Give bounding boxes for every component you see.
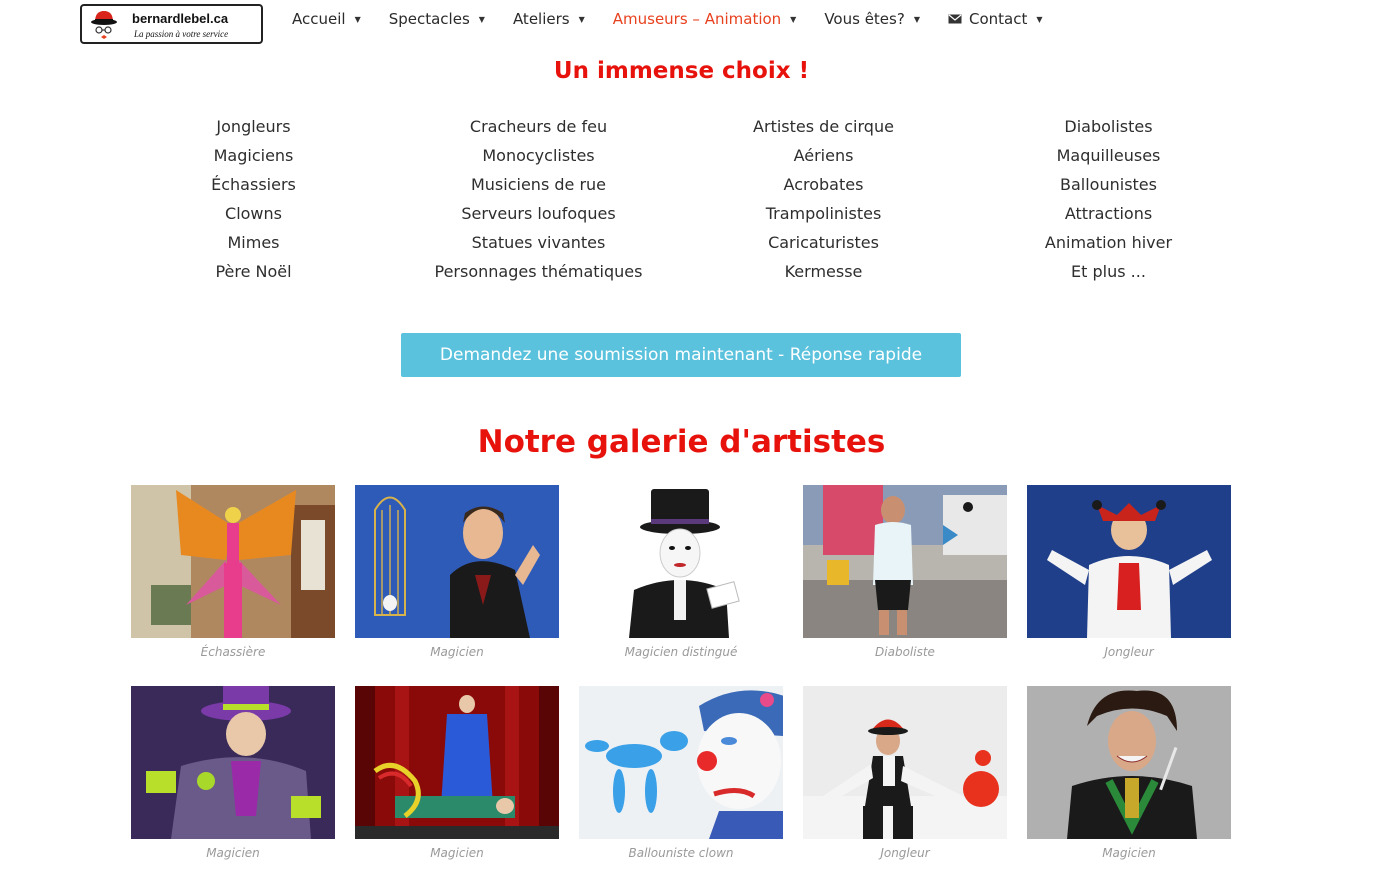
gallery-caption: Magicien <box>1102 846 1156 860</box>
gallery-item[interactable]: Jongleur <box>1027 485 1231 659</box>
gallery-heading: Notre galerie d'artistes <box>477 424 886 460</box>
category-column-3: Artistes de cirque Aériens Acrobates Tra… <box>681 113 966 286</box>
gallery-item[interactable]: Magicien distingué <box>579 485 783 659</box>
envelope-icon <box>948 14 962 24</box>
category-link[interactable]: Mimes <box>111 229 396 258</box>
gallery-item[interactable]: Magicien <box>355 485 559 659</box>
category-link[interactable]: Personnages thématiques <box>396 258 681 287</box>
category-link[interactable]: Animation hiver <box>966 229 1251 258</box>
nav-item-vous-etes[interactable]: Vous êtes? ▼ <box>824 10 920 28</box>
nav-item-ateliers[interactable]: Ateliers ▼ <box>513 10 585 28</box>
gallery-item[interactable]: Magicien <box>355 686 559 860</box>
gallery-caption: Diaboliste <box>875 645 935 659</box>
category-link[interactable]: Artistes de cirque <box>681 113 966 142</box>
nav-item-label: Spectacles <box>388 10 470 28</box>
category-link[interactable]: Statues vivantes <box>396 229 681 258</box>
nav-item-spectacles[interactable]: Spectacles ▼ <box>389 10 485 28</box>
category-column-4: Diabolistes Maquilleuses Ballounistes At… <box>966 113 1251 286</box>
category-column-2: Cracheurs de feu Monocyclistes Musiciens… <box>396 113 681 286</box>
caret-down-icon: ▼ <box>790 14 797 24</box>
category-link[interactable]: Monocyclistes <box>396 142 681 171</box>
category-link[interactable]: Musiciens de rue <box>396 171 681 200</box>
main-nav: Accueil ▼ Spectacles ▼ Ateliers ▼ Amuseu… <box>292 8 1070 30</box>
gallery-photo-diabolo-player[interactable] <box>803 485 1007 638</box>
category-link[interactable]: Trampolinistes <box>681 200 966 229</box>
caret-down-icon: ▼ <box>478 14 485 24</box>
category-link[interactable]: Kermesse <box>681 258 966 287</box>
choice-heading: Un immense choix ! <box>553 58 810 84</box>
category-link[interactable]: Père Noël <box>111 258 396 287</box>
nav-item-label: Vous êtes? <box>824 10 905 28</box>
gallery-item[interactable]: Jongleur <box>803 686 1007 860</box>
nav-item-contact[interactable]: Contact ▼ <box>948 10 1043 28</box>
gallery-photo-juggler-ball[interactable] <box>803 686 1007 839</box>
nav-item-label: Contact <box>968 10 1028 28</box>
nav-item-amuseurs-animation[interactable]: Amuseurs – Animation ▼ <box>613 10 797 28</box>
gallery-photo-magician-levitation[interactable] <box>355 686 559 839</box>
category-link[interactable]: Cracheurs de feu <box>396 113 681 142</box>
gallery-caption: Jongleur <box>1104 645 1154 659</box>
nav-item-label: Ateliers <box>512 10 570 28</box>
gallery-caption: Échassière <box>200 645 266 659</box>
category-column-1: Jongleurs Magiciens Échassiers Clowns Mi… <box>111 113 396 286</box>
gallery-caption: Magicien <box>206 846 260 860</box>
category-link[interactable]: Diabolistes <box>966 113 1251 142</box>
category-link[interactable]: Jongleurs <box>111 113 396 142</box>
gallery-item[interactable]: Diaboliste <box>803 485 1007 659</box>
category-link[interactable]: Acrobates <box>681 171 966 200</box>
category-link[interactable]: Échassiers <box>111 171 396 200</box>
gallery-item[interactable]: Magicien <box>1027 686 1231 860</box>
gallery-caption: Magicien distingué <box>624 645 738 659</box>
category-link[interactable]: Caricaturistes <box>681 229 966 258</box>
gallery-photo-magician-purple[interactable] <box>131 686 335 839</box>
gallery-photo-mime-magician[interactable] <box>579 485 783 638</box>
gallery-item[interactable]: Ballouniste clown <box>579 686 783 860</box>
gallery-photo-juggler-white-suit[interactable] <box>1027 485 1231 638</box>
caret-down-icon: ▼ <box>578 14 585 24</box>
logo-tagline: La passion à votre service <box>134 29 229 39</box>
gallery-caption: Magicien <box>430 645 484 659</box>
category-link[interactable]: Serveurs loufoques <box>396 200 681 229</box>
gallery-caption: Jongleur <box>880 846 930 860</box>
gallery-photo-stilt-walker[interactable] <box>131 485 335 638</box>
hat-logo-icon <box>91 11 117 39</box>
nav-item-label: Accueil <box>292 10 346 28</box>
gallery-photo-magician-cage[interactable] <box>355 485 559 638</box>
caret-down-icon: ▼ <box>1036 14 1043 24</box>
category-link[interactable]: Clowns <box>111 200 396 229</box>
category-link[interactable]: Aériens <box>681 142 966 171</box>
gallery-photo-balloon-clown[interactable] <box>579 686 783 839</box>
site-logo[interactable]: bernardlebel.ca La passion à votre servi… <box>80 4 263 44</box>
gallery-item[interactable]: Magicien <box>131 686 335 860</box>
gallery-caption: Magicien <box>430 846 484 860</box>
caret-down-icon: ▼ <box>913 14 920 24</box>
category-link[interactable]: Maquilleuses <box>966 142 1251 171</box>
gallery-item[interactable]: Échassière <box>131 485 335 659</box>
nav-item-accueil[interactable]: Accueil ▼ <box>292 10 361 28</box>
request-quote-button[interactable]: Demandez une soumission maintenant - Rép… <box>401 333 961 377</box>
nav-item-label: Amuseurs – Animation <box>612 10 782 28</box>
category-link[interactable]: Et plus ... <box>966 258 1251 287</box>
category-link[interactable]: Ballounistes <box>966 171 1251 200</box>
gallery-caption: Ballouniste clown <box>628 846 734 860</box>
gallery-photo-magician-green[interactable] <box>1027 686 1231 839</box>
category-link[interactable]: Magiciens <box>111 142 396 171</box>
category-link[interactable]: Attractions <box>966 200 1251 229</box>
caret-down-icon: ▼ <box>354 14 361 24</box>
logo-brand-text: bernardlebel.ca <box>132 11 229 26</box>
site-header: bernardlebel.ca La passion à votre servi… <box>0 0 1393 48</box>
